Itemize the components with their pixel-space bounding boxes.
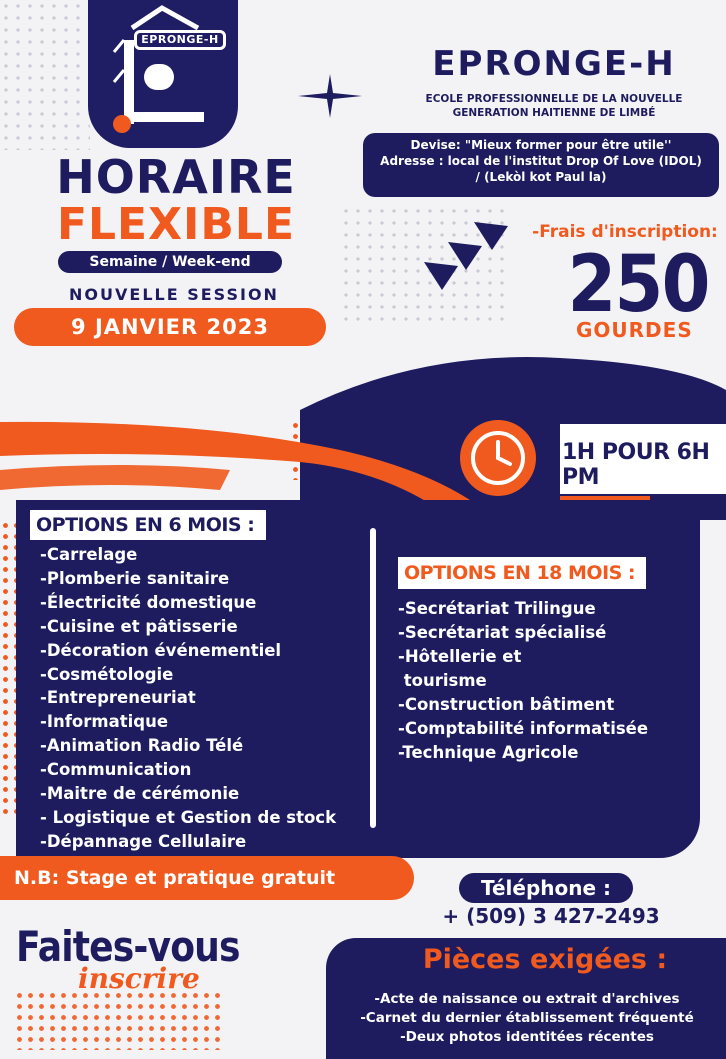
options-18-title: OPTIONS EN 18 MOIS : [398, 557, 646, 589]
options-divider [370, 528, 376, 828]
cta-script: inscrire [78, 962, 200, 995]
logo-icon [112, 5, 204, 133]
list-item: -Électricité domestique [40, 592, 257, 612]
school-full-name-line2: GENERATION HAITIENNE DE LIMBÉ [452, 107, 656, 119]
options-6-list: -Carrelage -Plomberie sanitaire -Électri… [40, 543, 380, 854]
nb-banner: N.B: Stage et pratique gratuit [0, 856, 414, 900]
list-item: -Cosmétologie [40, 664, 174, 684]
options-18-list: -Secrétariat Trilingue -Secrétariat spéc… [398, 597, 698, 765]
fees-currency: GOURDES [576, 318, 693, 342]
list-item: tourisme [398, 671, 487, 690]
fees-label: -Frais d'inscription: [532, 222, 718, 242]
school-name: EPRONGE-H [432, 44, 676, 84]
list-item: -Construction bâtiment [398, 695, 615, 714]
list-item: -Dépannage Cellulaire [40, 831, 247, 851]
fees-amount: 250 [567, 240, 711, 330]
headline-horaire: HORAIRE [56, 150, 296, 204]
list-item: -Deux photos identitées récentes [400, 1029, 654, 1045]
list-item: -Décoration événementiel [40, 640, 282, 660]
phone-number[interactable]: + (509) 3 427-2493 [418, 904, 684, 928]
headline-flexible: FLEXIBLE [56, 199, 296, 250]
list-item: -Carnet du dernier établissement fréquen… [360, 1010, 694, 1026]
list-item: -Entrepreneuriat [40, 688, 196, 708]
motto-text: Devise: "Mieux former pour être utile'' [410, 138, 672, 152]
session-date-badge: 9 JANVIER 2023 [14, 308, 326, 346]
address-line1: Adresse : local de l'institut Drop Of Lo… [380, 154, 702, 168]
required-documents-list: -Acte de naissance ou extrait d'archives… [330, 990, 724, 1047]
motto-address-box: Devise: "Mieux former pour être utile'' … [363, 133, 719, 197]
list-item: -Secrétariat spécialisé [398, 623, 607, 642]
sparkle-icon [298, 74, 362, 118]
list-item: -Plomberie sanitaire [40, 568, 230, 588]
address-line2: / (Lekòl kot Paul la) [475, 170, 607, 184]
list-item: - Logistique et Gestion de stock [40, 807, 337, 827]
list-item: -Comptabilité informatisée [398, 719, 649, 738]
list-item: -Maitre de cérémonie [40, 784, 240, 804]
school-full-name: ECOLE PROFESSIONNELLE DE LA NOUVELLE GEN… [396, 92, 712, 120]
list-item: -Animation Radio Télé [40, 736, 244, 756]
school-logo [88, 0, 238, 148]
session-label: NOUVELLE SESSION [69, 285, 279, 304]
list-item: -Informatique [40, 712, 169, 732]
required-documents-title: Pièces exigées : [422, 944, 668, 975]
list-item: -Communication [40, 760, 192, 780]
list-item: -Acte de naissance ou extrait d'archives [374, 991, 680, 1007]
orange-dot-pattern-bottom [14, 990, 224, 1050]
list-item: -Carrelage [40, 545, 138, 564]
school-full-name-line1: ECOLE PROFESSIONNELLE DE LA NOUVELLE [425, 93, 683, 105]
phone-label: Téléphone : [459, 873, 633, 903]
dot-pattern-top-left [0, 0, 90, 150]
schedule-badge: Semaine / Week-end [58, 251, 282, 273]
list-item: -Technique Agricole [398, 743, 579, 762]
options-6-title: OPTIONS EN 6 MOIS : [30, 510, 266, 540]
logo-badge: EPRONGE-H [134, 30, 226, 50]
list-item: -Cuisine et pâtisserie [40, 616, 238, 636]
list-item: -Hôtellerie et [398, 647, 522, 666]
hours-text: 1H POUR 6H PM [562, 440, 710, 490]
list-item: -Secrétariat Trilingue [398, 599, 596, 618]
arrow-chevrons-icon [424, 222, 508, 290]
